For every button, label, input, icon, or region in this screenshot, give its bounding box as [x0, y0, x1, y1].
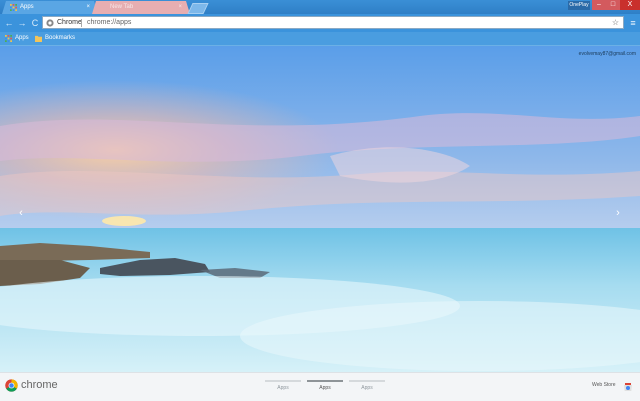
next-page-arrow[interactable]: ›: [613, 206, 623, 220]
bookmark-apps[interactable]: Apps: [5, 32, 29, 45]
seascape-wallpaper: [0, 46, 640, 372]
apps-page-tab[interactable]: Apps: [265, 380, 301, 398]
web-store-icon[interactable]: [623, 382, 633, 391]
apps-page-tab[interactable]: Apps: [349, 380, 385, 398]
bookmark-star-icon[interactable]: ☆: [612, 17, 619, 29]
tab-apps-label: Apps: [20, 4, 34, 10]
chrome-wordmark: chrome: [21, 379, 58, 391]
reload-button[interactable]: C: [29, 17, 41, 29]
apps-page-label: Apps: [277, 385, 289, 391]
omnibox-divider: [81, 19, 82, 27]
back-button[interactable]: ←: [3, 17, 15, 29]
sun-glow: [102, 216, 146, 226]
forward-button[interactable]: →: [16, 17, 28, 29]
close-window-button[interactable]: X: [620, 0, 640, 10]
new-tab-button[interactable]: [187, 3, 209, 14]
tab-close-icon[interactable]: ×: [86, 1, 90, 14]
tab-close-icon[interactable]: ×: [178, 1, 182, 14]
folder-icon: [35, 35, 42, 42]
address-bar[interactable]: Chrome chrome://apps ☆: [42, 16, 624, 29]
web-store-link[interactable]: Web Store: [592, 382, 616, 388]
bookmark-folder[interactable]: Bookmarks: [35, 32, 75, 45]
new-tab-background: evolvemay87@gmail.com ‹ ›: [0, 46, 640, 372]
url-text[interactable]: chrome://apps: [87, 17, 131, 29]
profile-button[interactable]: OnePlay: [568, 1, 590, 10]
toolbar: ← → C Chrome chrome://apps ☆ ≡: [0, 14, 640, 32]
page-indicator-bar: [265, 380, 301, 382]
page-indicator-bar: [349, 380, 385, 382]
chrome-menu-icon[interactable]: ≡: [628, 17, 638, 29]
maximize-button[interactable]: □: [606, 0, 620, 10]
bookmarks-bar: Apps Bookmarks: [0, 32, 640, 46]
signed-in-email[interactable]: evolvemay87@gmail.com: [579, 51, 636, 57]
minimize-button[interactable]: ‒: [592, 0, 606, 10]
apps-page-label: Apps: [361, 385, 373, 391]
tab-strip: Apps × New Tab × OnePlay ‒ □ X: [0, 0, 640, 14]
apps-grid-icon: [10, 4, 17, 11]
tab-new-tab-label: New Tab: [110, 4, 134, 10]
chrome-page-icon: [46, 19, 54, 27]
omnibox-chip: Chrome: [57, 19, 82, 26]
apps-page-tab-active[interactable]: Apps: [307, 380, 343, 398]
apps-page-label: Apps: [319, 385, 331, 391]
tab-apps[interactable]: Apps ×: [2, 1, 98, 14]
apps-page-footer: chrome Apps Apps Apps Web Store: [0, 372, 640, 401]
bookmark-apps-label: Apps: [15, 35, 29, 41]
bookmark-folder-label: Bookmarks: [45, 35, 76, 41]
previous-page-arrow[interactable]: ‹: [16, 206, 26, 220]
chrome-logo-icon: [5, 379, 18, 392]
tab-new-tab[interactable]: New Tab ×: [92, 1, 190, 14]
apps-grid-icon: [5, 35, 12, 42]
page-indicator-bar: [307, 380, 343, 382]
